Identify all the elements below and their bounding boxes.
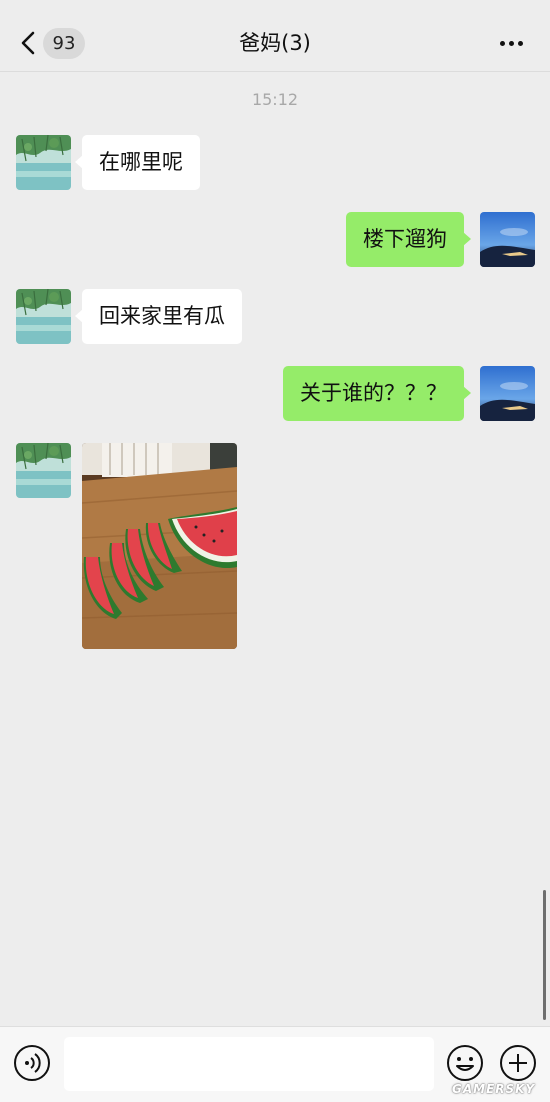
avatar-self[interactable]	[480, 366, 535, 421]
message-timestamp: 15:12	[251, 90, 299, 109]
message-bubble-outgoing[interactable]: 楼下遛狗	[346, 212, 471, 267]
avatar-parent[interactable]	[16, 443, 71, 498]
avatar-self[interactable]	[480, 212, 535, 267]
emoji-icon[interactable]	[446, 1044, 484, 1082]
more-icon[interactable]	[500, 41, 524, 47]
chat-header: 93 爸妈(3)	[0, 0, 550, 72]
avatar-parent[interactable]	[16, 289, 71, 344]
watermark-text: GAMERSKY	[452, 1082, 536, 1096]
message-input[interactable]	[64, 1037, 434, 1091]
voice-icon[interactable]	[13, 1044, 51, 1082]
scrollbar[interactable]	[543, 890, 546, 1020]
chat-title: 爸妈(3)	[239, 31, 311, 55]
avatar-parent[interactable]	[16, 135, 71, 190]
plus-icon[interactable]	[499, 1044, 537, 1082]
message-bubble-incoming[interactable]: 回来家里有瓜	[75, 289, 242, 344]
message-bubble-incoming[interactable]: 在哪里呢	[75, 135, 200, 190]
message-bubble-outgoing[interactable]: 关于谁的？？？	[283, 366, 471, 421]
watermelon-photo-message[interactable]	[82, 443, 237, 649]
